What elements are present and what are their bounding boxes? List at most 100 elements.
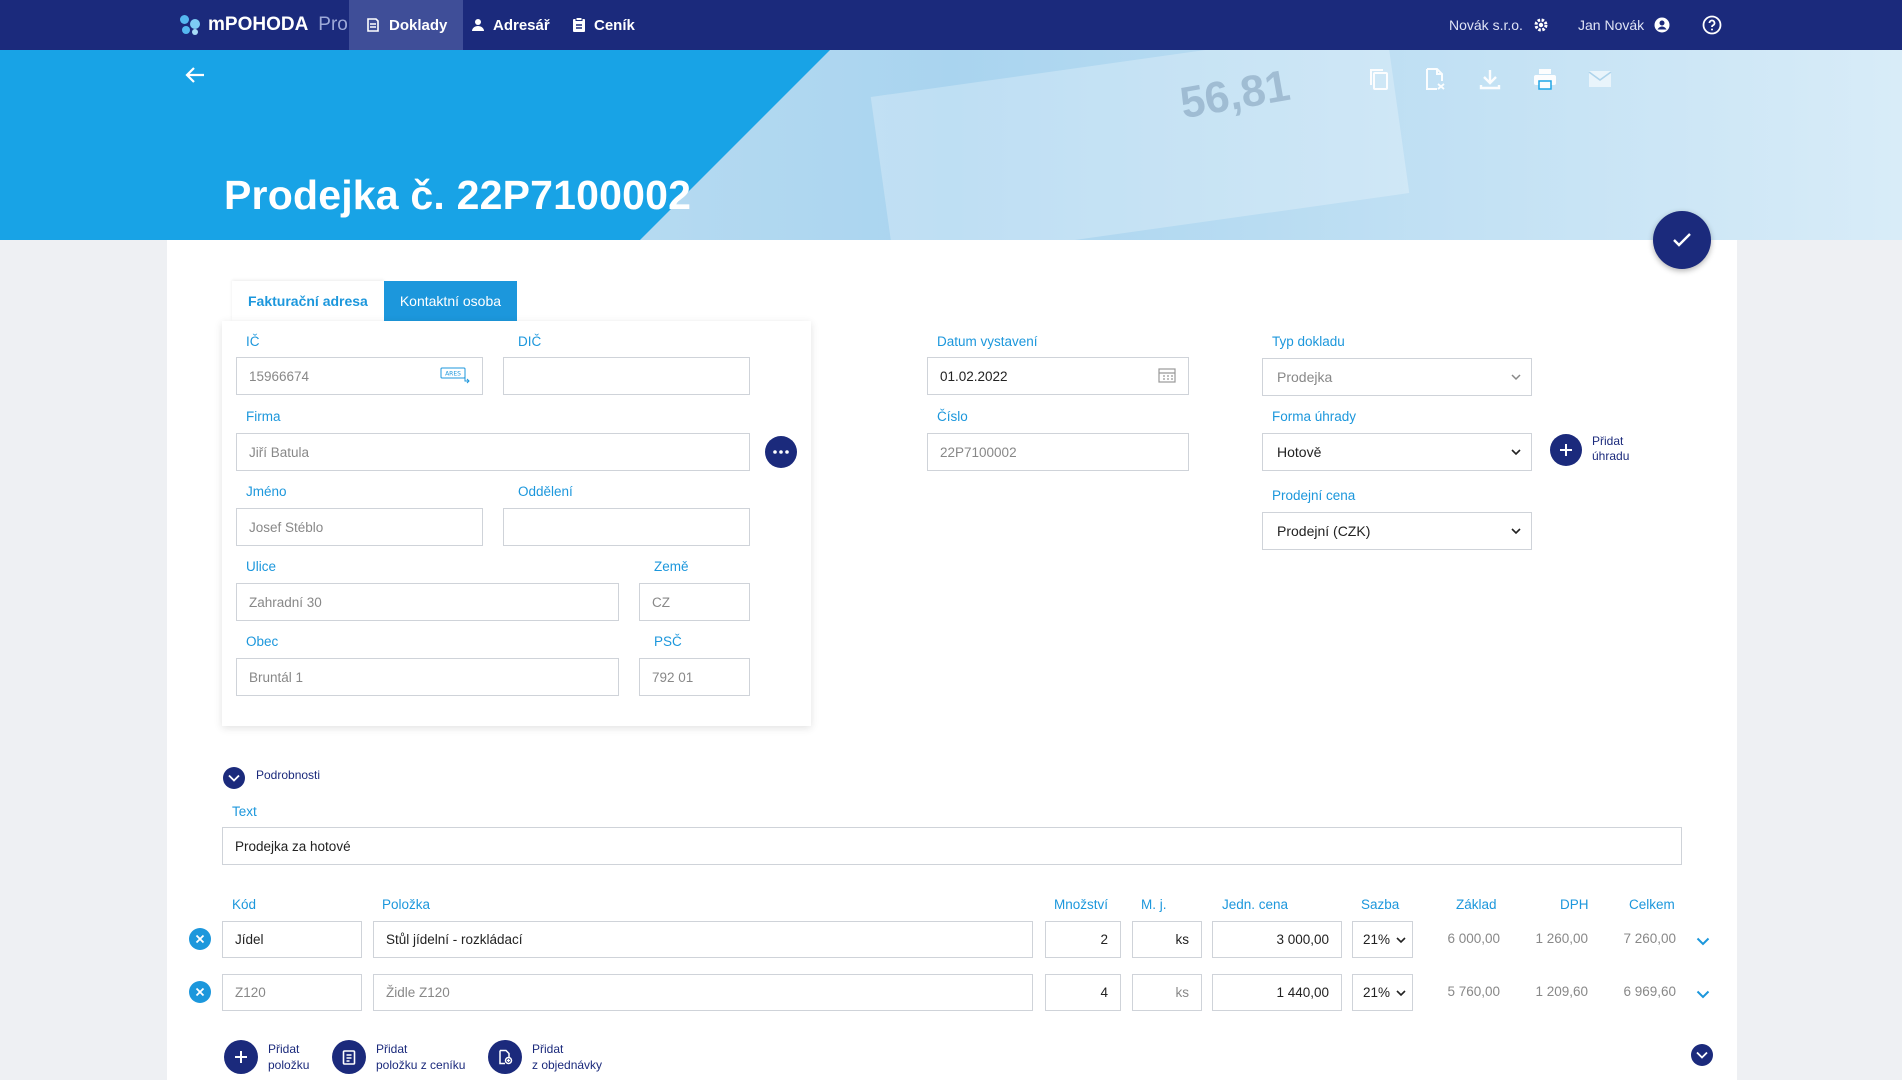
chevron-down-icon [1696, 1051, 1708, 1059]
col-header-mj: M. j. [1141, 897, 1167, 912]
prodejni-cena-select[interactable]: Prodejní (CZK) [1262, 512, 1532, 550]
ic-value: 15966674 [249, 368, 310, 384]
gear-icon [1534, 18, 1548, 32]
nav-tab-cenik[interactable]: Ceník [556, 0, 651, 50]
item-polozka-input[interactable]: Stůl jídelní - rozkládací [373, 921, 1033, 958]
datum-label: Datum vystavení [937, 334, 1038, 349]
item-mj-input[interactable]: ks [1132, 921, 1202, 958]
psc-label: PSČ [654, 634, 682, 649]
zeme-label: Země [654, 559, 689, 574]
file-export-icon [1426, 68, 1445, 90]
text-input[interactable]: Prodejka za hotové [222, 827, 1682, 865]
add-from-order-button[interactable]: Přidat z objednávky [488, 1040, 602, 1074]
app-logo[interactable]: mPOHODA Pro [178, 0, 348, 50]
item-dph-value: 1 260,00 [1535, 931, 1588, 946]
typ-dokladu-select[interactable]: Prodejka [1262, 358, 1532, 396]
add-payment-button[interactable] [1550, 434, 1582, 466]
item-kod-input[interactable]: Z120 [222, 974, 362, 1011]
company-selector[interactable]: Novák s.r.o. [1449, 0, 1549, 50]
item-jedn-cena-input[interactable]: 1 440,00 [1212, 974, 1342, 1011]
forma-uhrady-select[interactable]: Hotově [1262, 433, 1532, 471]
expand-all-button[interactable] [1691, 1044, 1713, 1066]
account-icon [1654, 17, 1670, 33]
chevron-down-icon [228, 774, 240, 782]
col-header-polozka: Položka [382, 897, 431, 912]
calendar-button[interactable] [1158, 367, 1176, 386]
print-button[interactable] [1530, 64, 1560, 94]
ic-input[interactable]: 15966674 ARES [236, 357, 483, 395]
pricelist-icon [332, 1040, 366, 1074]
item-mnozstvi-input[interactable]: 2 [1045, 921, 1121, 958]
nav-tab-doklady[interactable]: Doklady [349, 0, 464, 50]
page-title: Prodejka č. 22P7100002 [224, 172, 692, 218]
chevron-down-icon [1396, 989, 1406, 996]
help-icon [1702, 15, 1722, 35]
add-from-pricelist-button[interactable]: Přidat položku z ceníku [332, 1040, 465, 1074]
col-header-celkem: Celkem [1629, 897, 1675, 912]
chevron-down-icon [1696, 990, 1710, 998]
close-icon [195, 934, 205, 944]
download-button[interactable] [1475, 64, 1505, 94]
item-celkem-value: 6 969,60 [1623, 984, 1676, 999]
expand-item-button[interactable] [1694, 985, 1712, 1003]
datum-input[interactable]: 01.02.2022 [927, 357, 1189, 395]
item-jedn-cena-input[interactable]: 3 000,00 [1212, 921, 1342, 958]
user-name: Jan Novák [1578, 17, 1645, 33]
close-icon [195, 987, 205, 997]
back-button[interactable] [184, 62, 206, 93]
export-button[interactable] [1420, 64, 1450, 94]
item-polozka-input[interactable]: Židle Z120 [373, 974, 1033, 1011]
help-button[interactable] [1702, 0, 1722, 50]
add-item-button[interactable]: Přidat položku [224, 1040, 309, 1074]
person-icon [472, 19, 484, 31]
add-payment-label[interactable]: Přidat úhradu [1592, 434, 1629, 464]
item-mj-input[interactable]: ks [1132, 974, 1202, 1011]
item-dph-value: 1 209,60 [1535, 984, 1588, 999]
oddeleni-input[interactable] [503, 508, 750, 546]
details-toggle-button[interactable] [223, 767, 245, 789]
save-confirm-button[interactable] [1653, 211, 1711, 269]
top-navigation: mPOHODA Pro Doklady Adresář Ceník Novák s… [0, 0, 1902, 50]
firma-input[interactable]: Jiří Batula [236, 433, 750, 471]
item-celkem-value: 7 260,00 [1623, 931, 1676, 946]
brand-name: mPOHODA [208, 14, 309, 35]
nav-tab-adresar[interactable]: Adresář [455, 0, 566, 50]
ares-lookup-button[interactable]: ARES [440, 366, 470, 387]
plus-icon [1560, 444, 1572, 456]
typ-dokladu-label: Typ dokladu [1272, 334, 1345, 349]
jmeno-input[interactable]: Josef Stéblo [236, 508, 483, 546]
tab-billing-address[interactable]: Fakturační adresa [232, 281, 384, 321]
obec-input[interactable]: Bruntál 1 [236, 658, 619, 696]
more-horizontal-icon [773, 450, 789, 454]
dic-input[interactable] [503, 357, 750, 395]
cislo-input[interactable]: 22P7100002 [927, 433, 1189, 471]
tab-contact-person[interactable]: Kontaktní osoba [383, 281, 518, 321]
nav-tab-label: Adresář [493, 16, 550, 34]
item-kod-input[interactable]: Jídel [222, 921, 362, 958]
clipboard-icon [573, 17, 585, 32]
col-header-zaklad: Základ [1456, 897, 1497, 912]
zeme-input[interactable]: CZ [639, 583, 750, 621]
pohoda-logo-icon [178, 13, 202, 37]
email-button[interactable] [1585, 64, 1615, 94]
expand-item-button[interactable] [1694, 932, 1712, 950]
item-sazba-select[interactable]: 21% [1352, 974, 1413, 1011]
typ-dokladu-value: Prodejka [1277, 369, 1333, 385]
remove-item-button[interactable] [189, 928, 211, 950]
calendar-icon [1158, 367, 1176, 383]
copy-button[interactable] [1364, 64, 1394, 94]
chevron-down-icon [1511, 528, 1521, 535]
ulice-input[interactable]: Zahradní 30 [236, 583, 619, 621]
user-menu[interactable]: Jan Novák [1578, 0, 1670, 50]
details-toggle-label[interactable]: Podrobnosti [256, 768, 320, 783]
remove-item-button[interactable] [189, 981, 211, 1003]
order-icon [488, 1040, 522, 1074]
firma-more-button[interactable] [765, 436, 797, 468]
svg-text:ARES: ARES [445, 370, 461, 377]
nav-tab-label: Doklady [389, 16, 448, 34]
chevron-down-icon [1396, 936, 1406, 943]
psc-input[interactable]: 792 01 [639, 658, 750, 696]
item-mnozstvi-input[interactable]: 4 [1045, 974, 1121, 1011]
envelope-icon [1588, 71, 1612, 87]
item-sazba-select[interactable]: 21% [1352, 921, 1413, 958]
